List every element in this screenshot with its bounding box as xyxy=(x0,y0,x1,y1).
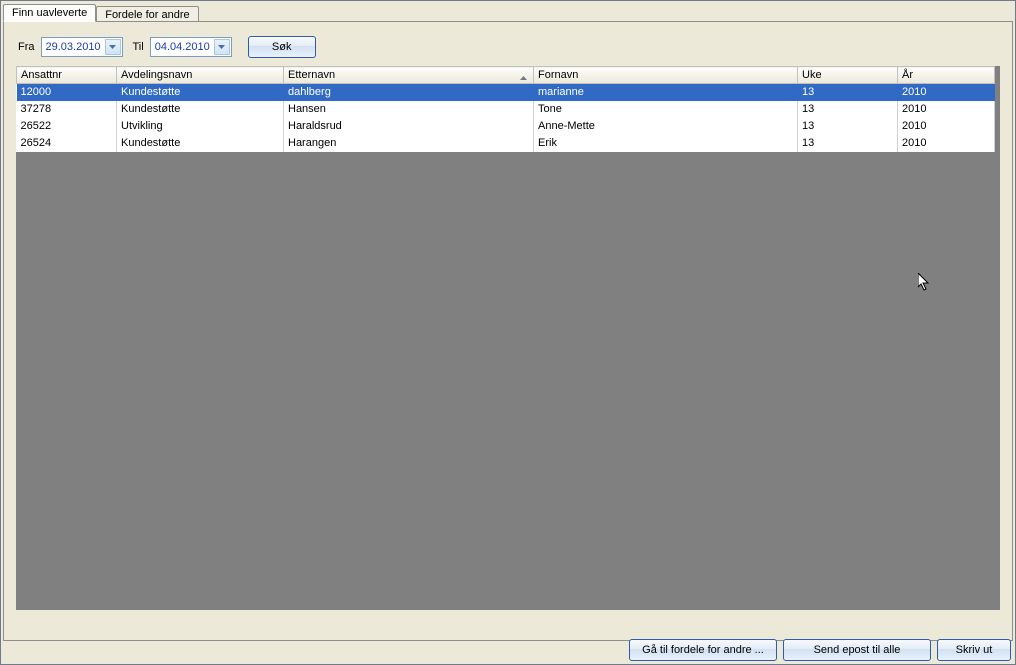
cell-ar: 2010 xyxy=(898,84,995,101)
cell-uke: 13 xyxy=(798,84,898,101)
fra-date-value: 29.03.2010 xyxy=(46,41,101,53)
filter-row: Fra 29.03.2010 Til 04.04.2010 Søk xyxy=(4,22,1012,66)
chevron-down-icon[interactable] xyxy=(105,39,121,55)
table-row[interactable]: 26522UtviklingHaraldsrudAnne-Mette132010 xyxy=(17,118,995,135)
button-label: Send epost til alle xyxy=(814,644,901,656)
cell-ansatt: 37278 xyxy=(17,101,117,118)
skriv-ut-button[interactable]: Skriv ut xyxy=(937,639,1011,661)
til-label: Til xyxy=(133,41,144,53)
tab-page: Fra 29.03.2010 Til 04.04.2010 Søk xyxy=(3,21,1013,641)
cell-uke: 13 xyxy=(798,135,898,152)
cell-forn: Tone xyxy=(534,101,798,118)
cell-avd: Utvikling xyxy=(117,118,284,135)
cell-etter: Harangen xyxy=(284,135,534,152)
bottom-bar: Gå til fordele for andre ... Send epost … xyxy=(629,639,1011,661)
col-uke[interactable]: Uke xyxy=(798,67,898,84)
cell-forn: Anne-Mette xyxy=(534,118,798,135)
col-avdelingsnavn[interactable]: Avdelingsnavn xyxy=(117,67,284,84)
cell-forn: Erik xyxy=(534,135,798,152)
cell-ar: 2010 xyxy=(898,101,995,118)
til-date-picker[interactable]: 04.04.2010 xyxy=(150,37,232,57)
cell-uke: 13 xyxy=(798,101,898,118)
button-label: Gå til fordele for andre ... xyxy=(642,644,764,656)
results-table[interactable]: Ansattnr Avdelingsnavn Etternavn Fornavn… xyxy=(16,66,995,152)
window: Finn uavleverte Fordele for andre Fra 29… xyxy=(0,0,1016,665)
cell-ansatt: 26524 xyxy=(17,135,117,152)
tab-label: Finn uavleverte xyxy=(12,7,87,19)
cell-avd: Kundestøtte xyxy=(117,84,284,101)
cell-forn: marianne xyxy=(534,84,798,101)
button-label: Søk xyxy=(272,41,292,53)
cell-ansatt: 26522 xyxy=(17,118,117,135)
table-row[interactable]: 37278KundestøtteHansenTone132010 xyxy=(17,101,995,118)
cell-ansatt: 12000 xyxy=(17,84,117,101)
cell-etter: Haraldsrud xyxy=(284,118,534,135)
sort-asc-icon xyxy=(520,71,527,83)
fra-date-picker[interactable]: 29.03.2010 xyxy=(41,37,123,57)
col-label: Avdelingsnavn xyxy=(121,69,192,81)
col-label: Uke xyxy=(802,69,822,81)
tab-strip: Finn uavleverte Fordele for andre xyxy=(1,1,1015,21)
col-fornavn[interactable]: Fornavn xyxy=(534,67,798,84)
table-row[interactable]: 12000Kundestøttedahlbergmarianne132010 xyxy=(17,84,995,101)
table-header-row: Ansattnr Avdelingsnavn Etternavn Fornavn… xyxy=(17,67,995,84)
table-row[interactable]: 26524KundestøtteHarangenErik132010 xyxy=(17,135,995,152)
tab-label: Fordele for andre xyxy=(105,9,189,21)
sok-button[interactable]: Søk xyxy=(248,36,316,58)
cell-uke: 13 xyxy=(798,118,898,135)
fra-label: Fra xyxy=(18,41,35,53)
col-etternavn[interactable]: Etternavn xyxy=(284,67,534,84)
col-label: Fornavn xyxy=(538,69,578,81)
col-label: Etternavn xyxy=(288,69,335,81)
cell-etter: dahlberg xyxy=(284,84,534,101)
cell-ar: 2010 xyxy=(898,118,995,135)
cell-etter: Hansen xyxy=(284,101,534,118)
grid-wrap: Ansattnr Avdelingsnavn Etternavn Fornavn… xyxy=(16,66,1000,610)
col-label: År xyxy=(902,69,913,81)
cell-avd: Kundestøtte xyxy=(117,101,284,118)
col-ansattnr[interactable]: Ansattnr xyxy=(17,67,117,84)
col-ar[interactable]: År xyxy=(898,67,995,84)
ga-til-fordele-button[interactable]: Gå til fordele for andre ... xyxy=(629,639,777,661)
til-date-value: 04.04.2010 xyxy=(155,41,210,53)
tab-finn-uavleverte[interactable]: Finn uavleverte xyxy=(3,4,96,22)
cell-ar: 2010 xyxy=(898,135,995,152)
button-label: Skriv ut xyxy=(956,644,993,656)
col-label: Ansattnr xyxy=(21,69,62,81)
send-epost-button[interactable]: Send epost til alle xyxy=(783,639,931,661)
cell-avd: Kundestøtte xyxy=(117,135,284,152)
chevron-down-icon[interactable] xyxy=(214,39,230,55)
